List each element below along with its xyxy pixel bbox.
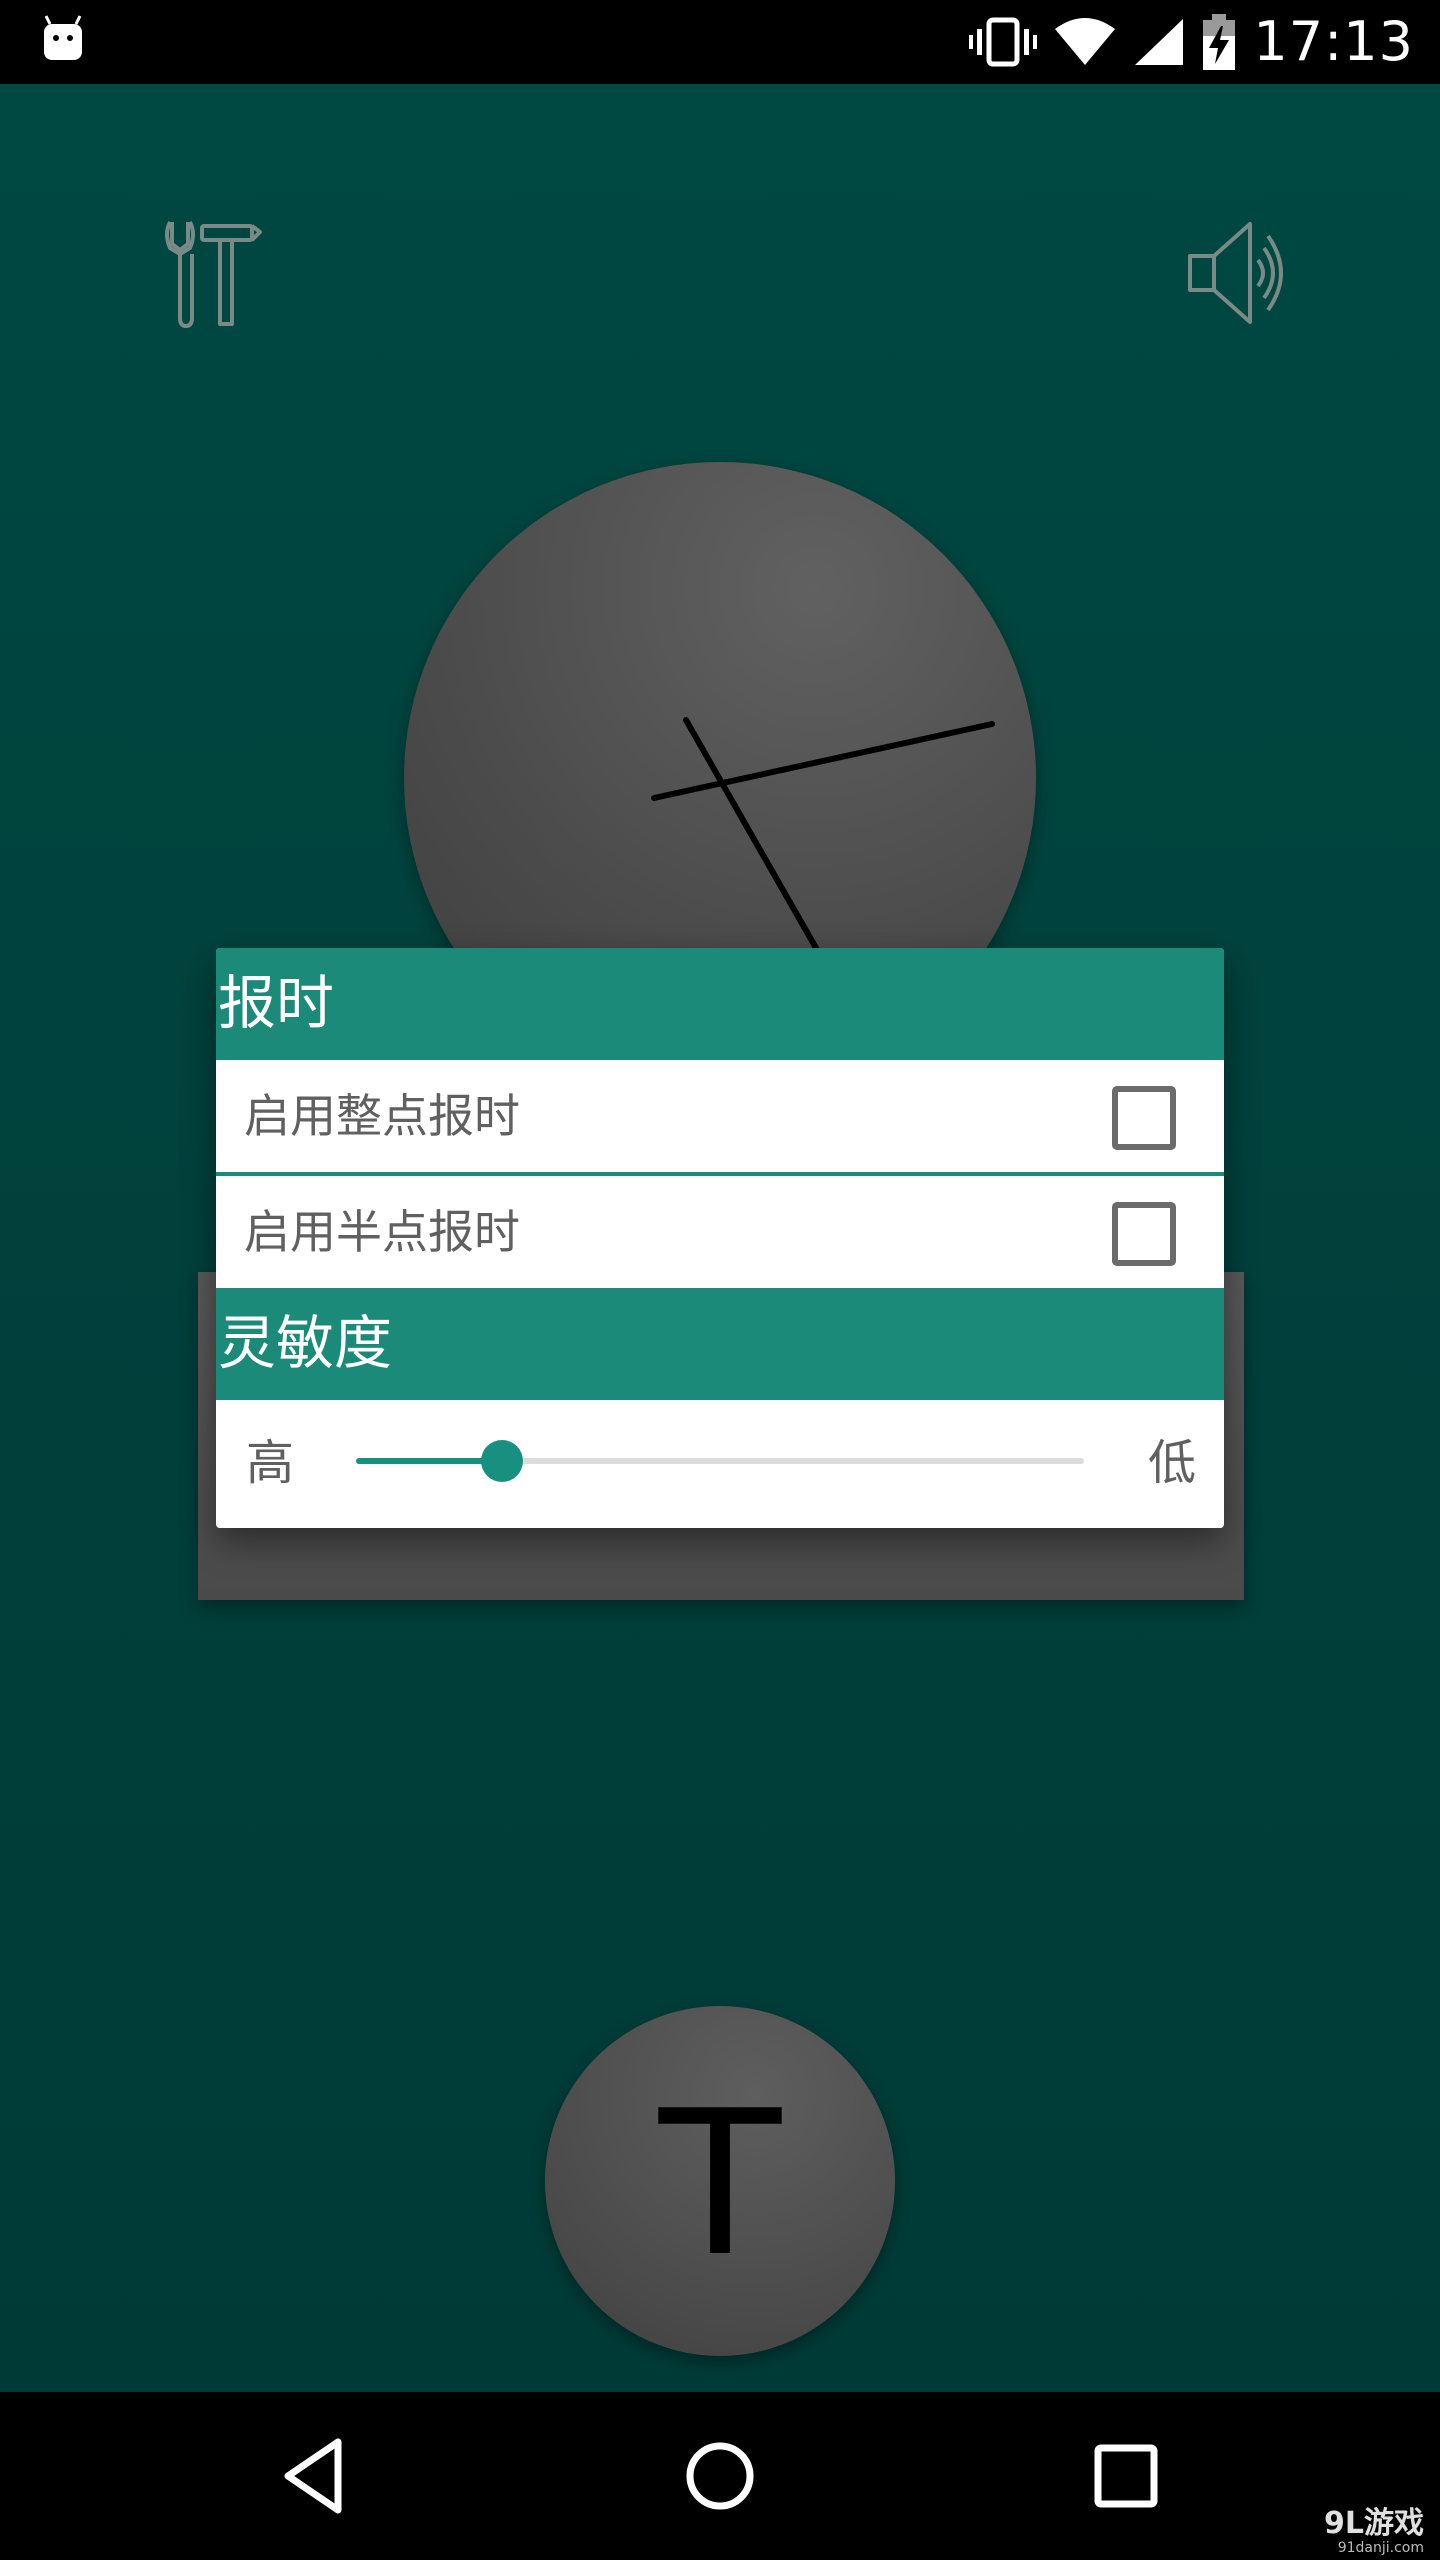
recent-apps-icon[interactable] <box>1076 2426 1176 2526</box>
hourly-chime-label: 启用整点报时 <box>244 1089 520 1143</box>
signal-icon <box>1135 19 1184 65</box>
hourly-chime-row[interactable]: 启用整点报时 <box>216 1060 1224 1172</box>
t-button-label: T <box>658 2068 782 2301</box>
slider-thumb[interactable] <box>480 1440 523 1482</box>
home-icon[interactable] <box>670 2426 770 2526</box>
navigation-bar <box>0 2392 1440 2560</box>
wifi-icon <box>1055 18 1116 65</box>
status-time: 17:13 <box>1253 10 1414 73</box>
half-hour-chime-row[interactable]: 启用半点报时 <box>216 1176 1224 1288</box>
section-title-chime: 报时 <box>218 969 335 1037</box>
watermark-url: 91danji.com <box>1337 2540 1424 2556</box>
settings-dialog: 报时 启用整点报时 启用半点报时 灵敏度 高 低 <box>216 948 1224 1528</box>
status-icons: 17:13 <box>969 10 1414 74</box>
half-hour-chime-checkbox[interactable] <box>1112 1202 1176 1266</box>
back-icon[interactable] <box>266 2426 366 2526</box>
sensitivity-slider-row: 高 低 <box>216 1400 1224 1528</box>
watermark-logo: 9L游戏 <box>1324 2506 1424 2541</box>
section-title-sensitivity: 灵敏度 <box>218 1309 393 1377</box>
section-header-chime: 报时 <box>216 948 1224 1060</box>
android-icon <box>44 15 82 60</box>
tools-icon[interactable] <box>150 214 270 334</box>
slider-min-label: 高 <box>246 1435 295 1491</box>
slider-max-label: 低 <box>1147 1435 1196 1491</box>
watermark: 9L游戏 91danji.com <box>1324 2506 1424 2557</box>
status-bar: 17:13 <box>0 0 1440 84</box>
speaker-icon[interactable] <box>1170 214 1290 334</box>
vibrate-icon <box>969 17 1038 67</box>
battery-charging-icon <box>1203 14 1236 70</box>
slider-fill <box>356 1458 502 1464</box>
sensitivity-slider[interactable] <box>356 1440 1084 1482</box>
hourly-chime-checkbox[interactable] <box>1112 1086 1176 1150</box>
half-hour-chime-label: 启用半点报时 <box>244 1205 520 1259</box>
t-button[interactable]: T <box>545 2006 895 2356</box>
section-header-sensitivity: 灵敏度 <box>216 1288 1224 1400</box>
